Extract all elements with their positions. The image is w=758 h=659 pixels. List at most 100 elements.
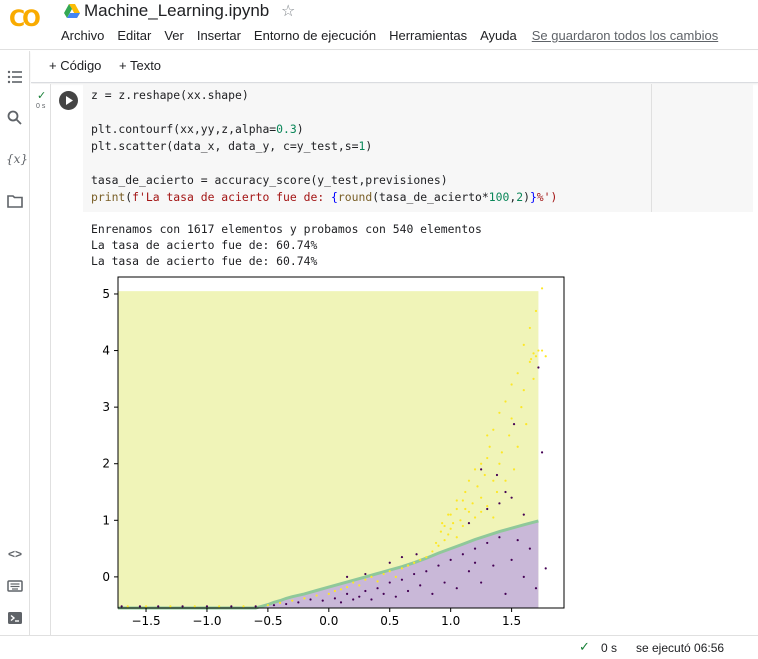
scatter-point-class-1 bbox=[528, 360, 531, 363]
menu-item-editar[interactable]: Editar bbox=[117, 28, 151, 43]
play-icon bbox=[65, 96, 73, 105]
code-token: (tasa_de_acierto* bbox=[372, 190, 489, 204]
scatter-point-class-1 bbox=[532, 377, 535, 380]
scatter-point-class-1 bbox=[486, 456, 489, 460]
scatter-point-class-0 bbox=[425, 570, 428, 573]
scatter-point-class-0 bbox=[504, 592, 507, 595]
scatter-point-class-0 bbox=[345, 575, 349, 578]
header: CO Machine_Learning.ipynb ☆ Archivo Edita… bbox=[0, 0, 758, 50]
search-icon[interactable] bbox=[6, 109, 24, 127]
run-cell-button[interactable] bbox=[59, 91, 78, 110]
scatter-point-class-1 bbox=[516, 372, 519, 375]
scatter-point-class-0 bbox=[449, 558, 452, 562]
menu-item-ayuda[interactable]: Ayuda bbox=[480, 28, 517, 43]
menu-item-ver[interactable]: Ver bbox=[164, 28, 184, 43]
status-exec-time: 0 s bbox=[601, 641, 618, 655]
scatter-point-class-0 bbox=[504, 490, 507, 494]
scatter-point-class-1 bbox=[492, 428, 495, 431]
add-text-button[interactable]: + Texto bbox=[119, 58, 161, 73]
menu-item-entorno-de-ejecución[interactable]: Entorno de ejecución bbox=[254, 28, 376, 43]
scatter-point-class-1 bbox=[455, 507, 458, 511]
variables-icon[interactable]: {x} bbox=[6, 150, 28, 168]
code-token: ) bbox=[523, 190, 530, 204]
scatter-point-class-0 bbox=[364, 572, 367, 576]
scatter-point-class-1 bbox=[452, 522, 455, 525]
code-snippets-icon[interactable]: <> bbox=[6, 545, 24, 563]
scatter-point-class-1 bbox=[510, 383, 513, 386]
output-line: La tasa de acierto fue de: 60.74% bbox=[91, 254, 318, 268]
y-tick-label: 0 bbox=[102, 570, 110, 584]
scatter-point-class-0 bbox=[461, 553, 464, 556]
scatter-point-class-1 bbox=[437, 544, 440, 547]
status-executed-at[interactable]: se ejecutó 06:56 bbox=[636, 641, 724, 655]
x-tick-label: −1.5 bbox=[131, 614, 160, 628]
scatter-point-class-0 bbox=[467, 570, 471, 573]
scatter-point-class-1 bbox=[467, 510, 471, 513]
output-line: Enrenamos con 1617 elementos y probamos … bbox=[91, 222, 482, 236]
scatter-point-class-0 bbox=[492, 564, 495, 567]
scatter-point-class-0 bbox=[388, 581, 391, 584]
scatter-point-class-0 bbox=[510, 558, 513, 562]
scatter-point-class-1 bbox=[447, 533, 450, 536]
scatter-point-class-0 bbox=[388, 561, 391, 564]
scatter-point-class-0 bbox=[480, 468, 483, 471]
scatter-point-class-1 bbox=[413, 561, 416, 564]
scatter-point-class-1 bbox=[461, 499, 464, 502]
scatter-point-class-0 bbox=[443, 581, 446, 584]
menu-item-insertar[interactable]: Insertar bbox=[197, 28, 241, 43]
scatter-point-class-0 bbox=[419, 584, 422, 587]
scatter-point-class-0 bbox=[181, 605, 184, 608]
save-status-link[interactable]: Se guardaron todos los cambios bbox=[532, 28, 718, 43]
scatter-point-class-1 bbox=[315, 594, 318, 597]
y-tick-label: 1 bbox=[102, 513, 110, 527]
scatter-point-class-0 bbox=[512, 423, 516, 426]
scatter-point-class-1 bbox=[431, 550, 434, 553]
scatter-point-class-0 bbox=[333, 597, 337, 600]
command-palette-icon[interactable] bbox=[6, 577, 24, 595]
scatter-point-class-1 bbox=[464, 490, 467, 494]
y-tick-label: 3 bbox=[102, 400, 110, 414]
code-line: plt.scatter(data_x, data_y, c=y_test,s=1… bbox=[91, 138, 557, 155]
scatter-point-class-1 bbox=[434, 541, 438, 545]
table-of-contents-icon[interactable] bbox=[6, 68, 24, 86]
add-code-button[interactable]: + Código bbox=[49, 58, 101, 73]
code-line: z = z.reshape(xx.shape) bbox=[91, 87, 557, 104]
scatter-point-class-1 bbox=[443, 524, 446, 528]
terminal-icon[interactable] bbox=[6, 609, 24, 627]
scatter-point-class-0 bbox=[540, 451, 544, 454]
scatter-point-class-1 bbox=[447, 513, 450, 516]
scatter-point-class-0 bbox=[297, 601, 300, 604]
cell-gutter bbox=[31, 84, 51, 635]
scatter-point-class-0 bbox=[431, 592, 434, 595]
scatter-point-class-1 bbox=[303, 597, 306, 600]
menu-item-archivo[interactable]: Archivo bbox=[61, 28, 104, 43]
scatter-point-class-1 bbox=[400, 567, 404, 570]
files-icon[interactable] bbox=[6, 192, 24, 210]
google-drive-icon[interactable] bbox=[64, 4, 80, 18]
scatter-point-class-0 bbox=[486, 507, 489, 511]
scatter-point-class-1 bbox=[532, 352, 535, 355]
scatter-point-class-0 bbox=[510, 496, 513, 499]
scatter-point-class-1 bbox=[333, 589, 337, 593]
notebook-toolbar: + Código + Texto bbox=[31, 51, 758, 83]
colab-logo[interactable]: CO bbox=[9, 7, 41, 32]
code-token: ) bbox=[296, 122, 304, 136]
scatter-point-class-1 bbox=[492, 516, 495, 519]
star-icon[interactable]: ☆ bbox=[281, 1, 295, 21]
scatter-point-class-0 bbox=[498, 536, 501, 539]
document-title[interactable]: Machine_Learning.ipynb bbox=[84, 1, 269, 21]
menu-item-herramientas[interactable]: Herramientas bbox=[389, 28, 467, 43]
scatter-point-class-1 bbox=[528, 326, 531, 330]
scatter-point-class-1 bbox=[540, 349, 544, 352]
scatter-point-class-1 bbox=[242, 605, 245, 608]
scatter-point-class-0 bbox=[415, 553, 418, 556]
scatter-point-class-0 bbox=[376, 587, 379, 590]
scatter-point-class-1 bbox=[364, 578, 367, 581]
x-tick-label: 1.5 bbox=[502, 614, 521, 628]
scatter-point-class-1 bbox=[464, 507, 467, 511]
scatter-point-class-0 bbox=[498, 502, 501, 505]
scatter-point-class-1 bbox=[169, 605, 172, 608]
scatter-point-class-0 bbox=[309, 598, 312, 601]
